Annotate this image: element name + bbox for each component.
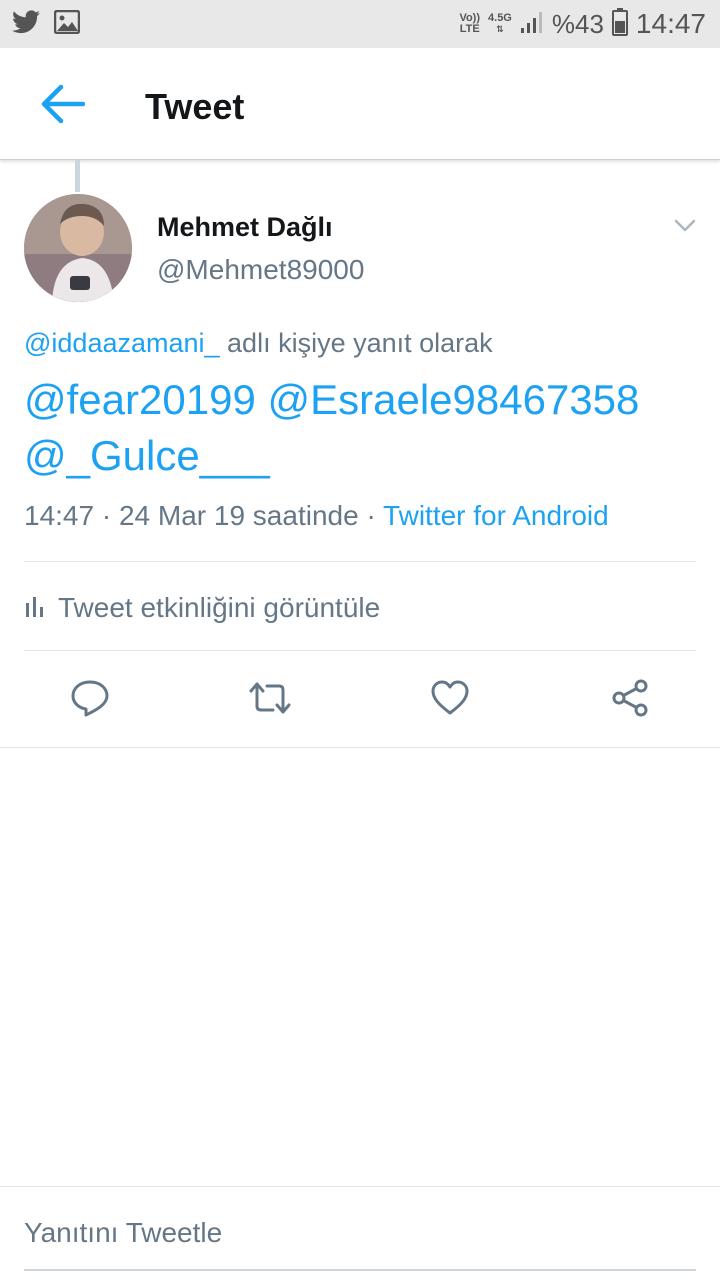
twitter-bird-icon (12, 10, 40, 39)
bar-chart-icon (24, 593, 46, 624)
reply-compose-bar: Yanıtını Tweetle (0, 1186, 720, 1280)
retweet-icon (247, 678, 293, 723)
reply-to-mention-link[interactable]: @iddaazamani_ (24, 328, 220, 358)
battery-icon (611, 7, 628, 41)
reply-context: @iddaazamani_ adlı kişiye yanıt olarak (24, 328, 493, 359)
page-title: Tweet (145, 86, 245, 127)
heart-icon (430, 679, 470, 722)
tweet-activity-label: Tweet etkinliğini görüntüle (58, 592, 381, 623)
tweet-source-link[interactable]: Twitter for Android (383, 500, 609, 531)
image-icon (53, 9, 81, 39)
tweet-text[interactable]: @fear20199 @Esraele98467358 @_Gulce___ (24, 372, 704, 484)
display-name[interactable]: Mehmet Dağlı (157, 212, 333, 243)
volte-indicator: Vo)) LTE (459, 12, 481, 35)
tweet-actions (0, 670, 720, 730)
status-bar: Vo)) LTE 4.5G ⇅ %43 14:47 (0, 0, 720, 48)
retweet-button[interactable] (240, 670, 300, 730)
tweet-timestamp: 14:47 · 24 Mar 19 saatinde · (24, 500, 384, 531)
reply-to-suffix: adlı kişiye yanıt olarak (219, 328, 493, 358)
divider (0, 747, 720, 748)
like-button[interactable] (420, 670, 480, 730)
divider (24, 561, 696, 562)
back-button[interactable] (34, 78, 90, 134)
battery-percent: %43 (551, 8, 604, 39)
avatar[interactable] (24, 194, 132, 302)
chevron-down-icon[interactable] (670, 210, 700, 240)
tweet-meta: 14:47 · 24 Mar 19 saatinde · Twitter for… (24, 500, 609, 532)
thread-connector (75, 160, 80, 192)
reply-input-underline (24, 1269, 696, 1271)
reply-input[interactable]: Yanıtını Tweetle (24, 1217, 222, 1249)
network-type: 4.5G ⇅ (488, 12, 512, 35)
signal-icon (520, 10, 544, 39)
status-time: 14:47 (635, 8, 706, 39)
reply-button[interactable] (60, 670, 120, 730)
tweet-activity-link[interactable]: Tweet etkinliğini görüntüle (24, 588, 380, 628)
share-button[interactable] (600, 670, 660, 730)
app-bar: Tweet (0, 48, 720, 160)
arrow-left-icon (39, 84, 86, 129)
divider (24, 650, 696, 651)
reply-icon (70, 678, 110, 723)
share-icon (610, 678, 650, 723)
user-handle: @Mehmet89000 (157, 254, 365, 285)
